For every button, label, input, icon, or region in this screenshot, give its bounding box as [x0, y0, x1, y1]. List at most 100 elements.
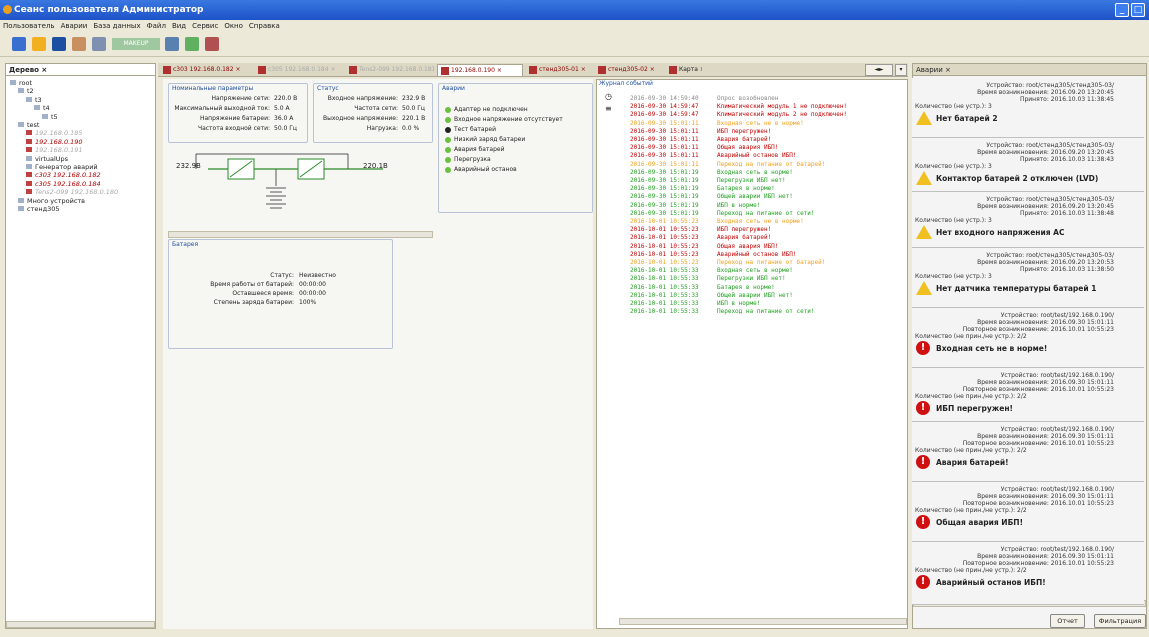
open-folder-icon[interactable]	[32, 37, 46, 51]
warning-icon	[916, 171, 932, 185]
tree-node[interactable]: с303 192.168.0.182	[26, 171, 101, 179]
tree-node[interactable]: с305 192.168.0.184	[26, 180, 101, 188]
warning-icon	[916, 281, 932, 295]
alarm-card-title: Авария батарей!	[936, 458, 1009, 467]
undo-icon[interactable]	[72, 37, 86, 51]
connect-icon[interactable]	[12, 37, 26, 51]
alarm-card-title: Входная сеть не в норме!	[936, 344, 1048, 353]
save-icon[interactable]	[52, 37, 66, 51]
diagram-scrollbar[interactable]	[168, 231, 433, 238]
report-button[interactable]: Отчет	[1050, 614, 1085, 628]
tree-node[interactable]: t4	[34, 104, 50, 112]
alarm-card-detail: Принято: 2016.10.03 11:38:48	[1019, 210, 1114, 217]
alarm-card-title: Нет входного напряжения АС	[936, 228, 1065, 237]
tree-node[interactable]: root	[10, 79, 32, 87]
maximize-icon[interactable]: □	[1131, 3, 1145, 17]
menu-item[interactable]: Справка	[249, 22, 280, 30]
device-tab[interactable]: стенд305-01 ×	[526, 64, 592, 76]
param-label: Напряжение сети:	[211, 95, 270, 102]
alarm-card[interactable]: Устройство: root/стенд305/стенд305-03/Вр…	[912, 192, 1144, 248]
alarm-card[interactable]: Устройство: root/test/192.168.0.190/Врем…	[912, 308, 1144, 368]
tree-node[interactable]: 192.168.0.185	[26, 129, 83, 137]
tree-node[interactable]: t2	[18, 87, 34, 95]
param-label: Напряжение батареи:	[199, 115, 270, 122]
status-led-icon	[445, 106, 451, 113]
tree-node[interactable]: virtualUps	[26, 155, 68, 163]
device-tab-icon	[441, 66, 449, 75]
folder-icon	[18, 122, 24, 127]
tree-node-label: стенд305	[27, 205, 60, 213]
alarm-card-title: Контактор батарей 2 отключен (LVD)	[936, 174, 1099, 183]
ups-diagram: 232.9В 220.1В	[168, 146, 433, 236]
alarm-card-detail: Количество (не прин./не устр.): 2/2	[915, 567, 1027, 574]
alarm-card[interactable]: Устройство: root/test/192.168.0.190/Врем…	[912, 368, 1144, 422]
device-tab[interactable]: 192.168.0.190 ×	[437, 64, 523, 76]
tree-node[interactable]: 192.168.0.190	[26, 138, 83, 146]
alarm-card-detail: Время возникновения: 2016.09.30 15:01:11	[977, 379, 1114, 386]
alarm-card[interactable]: Устройство: root/стенд305/стенд305-03/Вр…	[912, 248, 1144, 308]
menu-item[interactable]: Аварии	[61, 22, 88, 30]
tree-node[interactable]: test	[18, 121, 39, 129]
tree-node-label: Много устройств	[27, 196, 86, 205]
menu-item[interactable]: Вид	[172, 22, 186, 30]
minimize-icon[interactable]: _	[1115, 3, 1129, 17]
tab-menu-icon[interactable]: ▾	[895, 64, 907, 76]
alarm-status-label: Тест батарей	[454, 126, 497, 133]
log-message: Общей аварии ИБП нет!	[717, 193, 793, 201]
alarm-status-item: Авария батарей	[445, 146, 505, 153]
device-tab[interactable]: с305 192.168.0.184 ×	[255, 64, 343, 76]
error-icon: !	[916, 401, 930, 415]
alarm-card-detail: Устройство: root/стенд305/стенд305-03/	[986, 252, 1114, 259]
device-tab[interactable]: стенд305-02 ×	[595, 64, 663, 76]
log-message: ИБП перегружен!	[717, 127, 772, 135]
log-message: ИБП перегружен!	[717, 226, 772, 234]
menu-item[interactable]: Пользователь	[3, 22, 55, 30]
tree-scrollbar[interactable]	[6, 621, 155, 628]
alarm-card[interactable]: Устройство: root/test/192.168.0.190/Врем…	[912, 542, 1144, 605]
device-tab[interactable]: с303 192.168.0.182 ×	[160, 64, 252, 76]
log-message: Опрос возобновлен	[717, 95, 779, 102]
alarm-card-detail: Время возникновения: 2016.09.20 13:20:53	[977, 259, 1114, 266]
tree-node[interactable]: 192.168.0.191	[26, 146, 83, 154]
menu-item[interactable]: Окно	[224, 22, 243, 30]
users-icon[interactable]	[185, 37, 199, 51]
device-panel: Номинальные параметры Напряжение сети: 22…	[163, 79, 593, 629]
tree-node[interactable]: Генератор аварий	[26, 163, 98, 171]
alarm-card[interactable]: Устройство: root/стенд305/стенд305-03/Вр…	[912, 138, 1144, 192]
tab-nav-icon[interactable]: ◄►	[865, 64, 893, 76]
filter-button[interactable]: Фильтрация	[1094, 614, 1146, 628]
log-message: Перегрузки ИБП нет!	[717, 275, 786, 283]
log-message: Климатический модуль 2 не подключен!	[717, 111, 848, 119]
device-icon[interactable]	[165, 37, 179, 51]
toolbar-combo[interactable]: MAKEUP	[112, 38, 160, 50]
log-timestamp: 2016-10-01 10:55:23	[630, 259, 699, 266]
tree-node[interactable]: Много устройств	[18, 197, 85, 205]
menu-bar: Пользователь Аварии База данных Файл Вид Серв…	[0, 20, 1149, 33]
device-tab[interactable]: Tens2-099 192.168.0.181 ×	[346, 64, 434, 76]
log-message: Переход на питание от сети!	[717, 308, 815, 316]
refresh-icon[interactable]	[92, 37, 106, 51]
alarm-card[interactable]: Устройство: root/стенд305/стенд305-03/Вр…	[912, 78, 1144, 138]
tree-node[interactable]: стенд305	[18, 205, 60, 213]
tree-node-label: test	[27, 121, 40, 129]
log-timestamp: 2016-10-01 10:55:23	[630, 250, 699, 258]
param-value: 220.1 В	[402, 115, 426, 122]
log-scrollbar[interactable]	[619, 618, 907, 625]
tree-node[interactable]: t3	[26, 96, 42, 104]
folder-icon	[34, 105, 40, 111]
alarm-card[interactable]: Устройство: root/test/192.168.0.190/Врем…	[912, 422, 1144, 482]
warning-icon	[916, 111, 932, 125]
menu-item[interactable]: Файл	[147, 22, 166, 30]
alarm-card[interactable]: Устройство: root/test/192.168.0.190/Врем…	[912, 482, 1144, 542]
device-tab[interactable]: Карта ×	[666, 64, 702, 76]
alarm-card-detail: Время возникновения: 2016.09.30 15:01:11	[977, 319, 1114, 326]
log-message: Аварийный останов ИБП!	[717, 250, 797, 258]
menu-item[interactable]: Сервис	[192, 22, 218, 30]
tree-node[interactable]: t5	[42, 113, 58, 121]
alarm-icon[interactable]	[205, 37, 219, 51]
alarms-panel-title: Аварии	[916, 66, 943, 74]
folder-icon	[26, 155, 32, 161]
menu-item[interactable]: База данных	[93, 22, 140, 30]
tree-node-label: Генератор аварий	[35, 163, 98, 171]
tree-node[interactable]: Tens2-099 192.168.0.180	[26, 188, 118, 196]
